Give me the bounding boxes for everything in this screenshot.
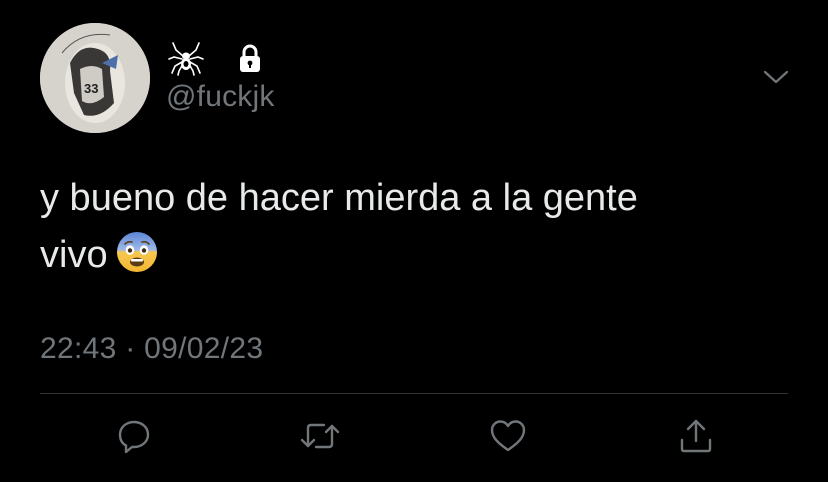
display-name[interactable]: [168, 40, 266, 76]
share-icon: [680, 419, 712, 453]
chevron-down-icon[interactable]: [762, 66, 790, 90]
tweet-timestamp[interactable]: 22:43 · 09/02/23: [40, 332, 263, 366]
tweet-text: y bueno de hacer mierda a la gente vivo: [40, 170, 760, 290]
tweet-card: 33 @fuckjk y bueno de hacer mierda a la …: [0, 0, 828, 482]
retweet-button[interactable]: [296, 412, 344, 460]
tweet-text-line-2-text: vivo: [40, 234, 108, 276]
reply-button[interactable]: [110, 412, 158, 460]
tweet-text-line-1: y bueno de hacer mierda a la gente: [40, 177, 638, 219]
heart-icon: [490, 420, 526, 452]
share-button[interactable]: [672, 412, 720, 460]
fearful-face-emoji-icon: [116, 231, 158, 290]
user-handle[interactable]: @fuckjk: [166, 80, 275, 114]
action-bar: [0, 412, 828, 462]
avatar[interactable]: 33: [40, 23, 150, 133]
tweet-text-line-2: vivo: [40, 227, 760, 290]
avatar-image: 33: [40, 23, 150, 133]
lock-icon: [234, 42, 266, 74]
divider: [40, 393, 788, 394]
retweet-icon: [300, 423, 340, 449]
svg-text:33: 33: [84, 81, 98, 96]
like-button[interactable]: [484, 412, 532, 460]
spider-emoji-icon: [168, 40, 204, 76]
reply-icon: [118, 420, 150, 454]
